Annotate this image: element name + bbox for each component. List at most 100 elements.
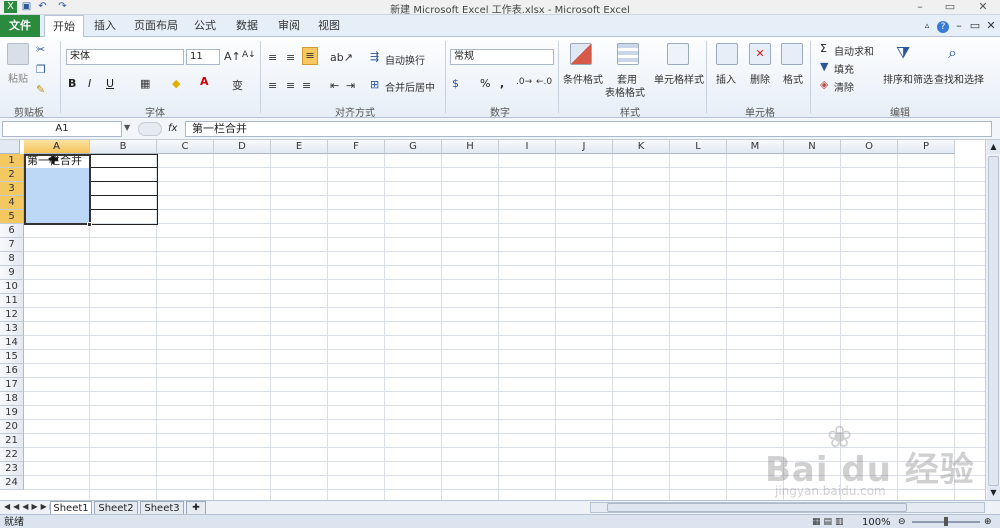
column-header-n[interactable]: N — [784, 140, 841, 154]
row-header-5[interactable]: 5 — [0, 210, 24, 224]
sigma-icon[interactable]: Σ — [820, 42, 827, 55]
clear-button[interactable]: 清除 — [834, 79, 854, 94]
close-icon[interactable]: ✕ — [966, 0, 1000, 15]
doc-close-icon[interactable]: ✕ — [984, 15, 998, 37]
help-icon[interactable]: ? — [936, 15, 950, 37]
cut-icon[interactable]: ✂ — [36, 43, 45, 56]
row-header-10[interactable]: 10 — [0, 280, 24, 294]
cell-styles-icon[interactable] — [667, 43, 689, 65]
column-header-b[interactable]: B — [90, 140, 157, 154]
row-header-9[interactable]: 9 — [0, 266, 24, 280]
row-header-11[interactable]: 11 — [0, 294, 24, 308]
insert-cells-button[interactable]: 插入 — [716, 71, 736, 86]
currency-icon[interactable]: $ — [452, 77, 459, 90]
percent-button[interactable]: % — [480, 77, 490, 90]
clear-icon[interactable]: ◈ — [820, 78, 828, 91]
tab-formulas[interactable]: 公式 — [186, 15, 224, 37]
font-color-icon[interactable]: A — [200, 75, 209, 88]
sheet-tab-2[interactable]: Sheet2 — [94, 501, 138, 515]
row-header-20[interactable]: 20 — [0, 420, 24, 434]
phonetic-icon[interactable]: 变 — [232, 77, 243, 93]
sheet-tab-1[interactable]: Sheet1 — [50, 501, 92, 515]
doc-minimize-icon[interactable]: – — [952, 15, 966, 37]
font-size-select[interactable]: 11 — [186, 49, 220, 65]
border-icon[interactable]: ▦ — [140, 77, 150, 90]
align-bottom-icon[interactable]: ≡ — [302, 47, 318, 65]
column-header-k[interactable]: K — [613, 140, 670, 154]
fill-button[interactable]: 填充 — [834, 61, 854, 76]
row-header-2[interactable]: 2 — [0, 168, 24, 182]
row-header-12[interactable]: 12 — [0, 308, 24, 322]
row-header-16[interactable]: 16 — [0, 364, 24, 378]
row-header-6[interactable]: 6 — [0, 224, 24, 238]
save-icon[interactable]: ▣ — [20, 1, 33, 13]
column-header-o[interactable]: O — [841, 140, 898, 154]
italic-button[interactable]: I — [88, 77, 91, 90]
align-center-icon[interactable]: ≡ — [286, 79, 295, 92]
undo-icon[interactable]: ↶ — [36, 1, 49, 13]
column-header-d[interactable]: D — [214, 140, 271, 154]
new-sheet-icon[interactable]: ✚ — [186, 501, 206, 515]
row-header-13[interactable]: 13 — [0, 322, 24, 336]
wrap-text-button[interactable]: 自动换行 — [385, 52, 425, 67]
decrease-indent-icon[interactable]: ⇤ — [330, 79, 339, 92]
zoom-out-icon[interactable]: ⊖ — [898, 516, 906, 529]
column-header-e[interactable]: E — [271, 140, 328, 154]
maximize-icon[interactable]: ▭ — [935, 0, 965, 15]
row-header-17[interactable]: 17 — [0, 378, 24, 392]
increase-font-icon[interactable]: A↑ — [224, 50, 241, 63]
autosum-button[interactable]: 自动求和 — [834, 43, 874, 58]
row-header-18[interactable]: 18 — [0, 392, 24, 406]
align-middle-icon[interactable]: ≡ — [286, 51, 295, 64]
view-mode-icons[interactable]: ▦▤▥ — [812, 516, 847, 529]
fill-handle[interactable] — [87, 222, 92, 227]
format-painter-icon[interactable]: ✎ — [36, 83, 45, 96]
tab-page-layout[interactable]: 页面布局 — [128, 15, 184, 37]
row-header-15[interactable]: 15 — [0, 350, 24, 364]
bold-button[interactable]: B — [68, 77, 76, 90]
row-header-24[interactable]: 24 — [0, 476, 24, 490]
row-header-23[interactable]: 23 — [0, 462, 24, 476]
horizontal-scroll-thumb[interactable] — [607, 503, 907, 512]
scroll-up-icon[interactable]: ▲ — [987, 140, 1000, 154]
delete-cells-button[interactable]: 删除 — [750, 71, 770, 86]
font-name-select[interactable]: 宋体 — [66, 49, 184, 65]
format-cells-button[interactable]: 格式 — [783, 71, 803, 86]
paste-button[interactable]: 粘贴 — [8, 70, 28, 85]
decrease-decimal-icon[interactable]: ←.0 — [536, 77, 552, 87]
column-header-l[interactable]: L — [670, 140, 727, 154]
column-header-f[interactable]: F — [328, 140, 385, 154]
underline-button[interactable]: U — [106, 77, 114, 90]
row-header-19[interactable]: 19 — [0, 406, 24, 420]
conditional-format-icon[interactable] — [570, 43, 592, 65]
select-all-corner[interactable] — [0, 140, 20, 154]
decrease-font-icon[interactable]: A↓ — [242, 50, 256, 60]
increase-decimal-icon[interactable]: .0→ — [516, 77, 532, 87]
tab-file[interactable]: 文件 — [0, 15, 40, 37]
paste-icon[interactable] — [7, 43, 29, 65]
fill-color-icon[interactable]: ◆ — [172, 77, 180, 90]
row-header-7[interactable]: 7 — [0, 238, 24, 252]
copy-icon[interactable]: ❐ — [36, 63, 46, 76]
column-header-h[interactable]: H — [442, 140, 499, 154]
merge-center-icon[interactable]: ⊞ — [370, 78, 379, 91]
tab-home[interactable]: 开始 — [44, 15, 84, 38]
number-format-select[interactable]: 常规 — [450, 49, 554, 65]
zoom-level[interactable]: 100% — [862, 516, 891, 529]
row-header-4[interactable]: 4 — [0, 196, 24, 210]
row-header-3[interactable]: 3 — [0, 182, 24, 196]
orientation-icon[interactable]: ab↗ — [330, 51, 353, 64]
insert-cells-icon[interactable] — [716, 43, 738, 65]
insert-function-button[interactable]: fx — [168, 121, 182, 137]
comma-button[interactable]: , — [500, 77, 504, 90]
find-select-button[interactable]: 查找和选择 — [934, 71, 984, 86]
name-box[interactable]: A1 — [2, 121, 122, 137]
wrap-text-icon[interactable]: ⇶ — [370, 50, 379, 63]
row-header-14[interactable]: 14 — [0, 336, 24, 350]
merge-center-button[interactable]: 合并后居中 — [385, 79, 435, 94]
name-box-dropdown-icon[interactable]: ▼ — [124, 123, 130, 132]
row-header-1[interactable]: 1 — [0, 154, 24, 168]
tab-review[interactable]: 审阅 — [270, 15, 308, 37]
increase-indent-icon[interactable]: ⇥ — [346, 79, 355, 92]
format-table-label-2[interactable]: 表格格式 — [605, 84, 645, 99]
